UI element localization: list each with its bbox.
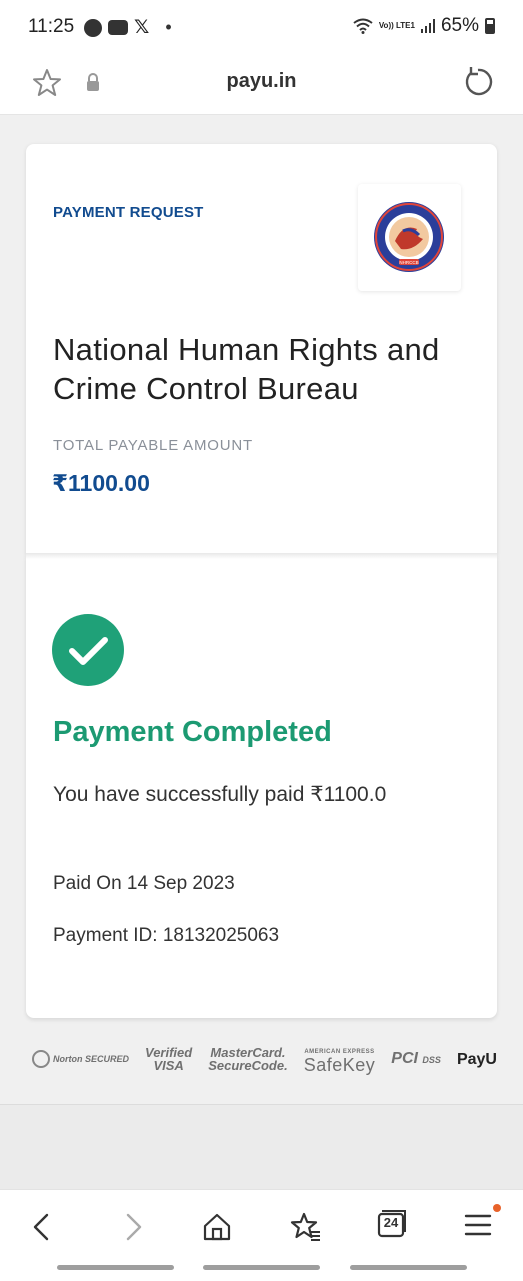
reload-icon[interactable] (461, 65, 495, 99)
total-amount: ₹1100.00 (52, 470, 150, 496)
wifi-icon (353, 18, 373, 34)
status-bar: 11:25 𝕏 • Vo)) LTE1 65% (0, 0, 523, 56)
merchant-logo-emblem: NHRCCB (374, 202, 444, 272)
visa-line2: VISA (153, 1058, 184, 1073)
x-app-icon: 𝕏 (134, 16, 150, 38)
norton-badge: Norton SECURED (32, 1050, 129, 1068)
payment-completed-title: Payment Completed (53, 716, 332, 748)
messages-icon (84, 18, 102, 37)
status-time: 11:25 (28, 16, 75, 37)
merchant-logo: NHRCCB (358, 184, 461, 291)
url-text[interactable]: payu.in (0, 70, 523, 93)
payment-id: Payment ID: 18132025063 (53, 925, 280, 946)
forward-icon[interactable] (116, 1210, 150, 1244)
menu-notification-dot (493, 1204, 501, 1212)
gesture-bar-left (57, 1265, 174, 1270)
mastercard-securecode-badge: MasterCard. SecureCode. (208, 1046, 287, 1072)
pci-label: PCI (391, 1049, 418, 1067)
total-payable-label: TOTAL PAYABLE AMOUNT (53, 437, 253, 454)
pci-dss-badge: PCI DSS (391, 1049, 441, 1067)
logo-text: NHRCCB (399, 260, 418, 265)
payment-status-card: Payment Completed You have successfully … (26, 556, 497, 1018)
payment-success-message: You have successfully paid ₹1100.0 (53, 783, 387, 806)
bookmarks-icon[interactable] (289, 1210, 323, 1244)
menu-button[interactable] (463, 1204, 501, 1244)
battery-percent: 65% (440, 15, 479, 36)
card-divider (26, 553, 497, 559)
menu-icon (464, 1214, 492, 1236)
norton-label: Norton SECURED (53, 1053, 129, 1064)
more-notifications-icon: • (165, 17, 172, 37)
success-check-icon (52, 614, 124, 686)
youtube-icon (108, 20, 128, 35)
payment-request-card: PAYMENT REQUEST NHRCCB National Human Ri… (26, 144, 497, 556)
payu-logo: PayU (456, 1050, 497, 1068)
trust-badges: Norton SECURED Verified VISA MasterCard.… (32, 1044, 497, 1074)
checkmark-icon (69, 637, 108, 665)
back-icon[interactable] (25, 1210, 59, 1244)
amex-safekey-badge: AMERICAN EXPRESS SafeKey (303, 1046, 376, 1075)
home-icon[interactable] (200, 1210, 234, 1244)
safekey-label: SafeKey (303, 1055, 376, 1075)
gesture-bar-right (350, 1265, 467, 1270)
mc-line2: SecureCode. (208, 1058, 288, 1073)
merchant-name: National Human Rights and Crime Control … (53, 332, 440, 406)
browser-url-bar: payu.in (0, 56, 523, 115)
verified-by-visa-badge: Verified VISA (145, 1046, 192, 1072)
battery-icon (485, 18, 495, 34)
dss-label: DSS (422, 1054, 441, 1065)
norton-check-icon (32, 1050, 50, 1068)
notification-icons: 𝕏 • (84, 17, 172, 38)
gesture-bar-center (203, 1265, 320, 1270)
page-footer-band (0, 1104, 523, 1191)
payment-request-label: PAYMENT REQUEST (53, 204, 204, 221)
volte-indicator: Vo)) LTE1 (378, 21, 415, 30)
paid-on-date: Paid On 14 Sep 2023 (53, 873, 235, 894)
tabs-button[interactable]: 24 (376, 1210, 410, 1244)
system-indicators: Vo)) LTE1 65% (353, 15, 495, 37)
tabs-count: 24 (383, 1215, 399, 1230)
signal-icon (420, 19, 435, 33)
